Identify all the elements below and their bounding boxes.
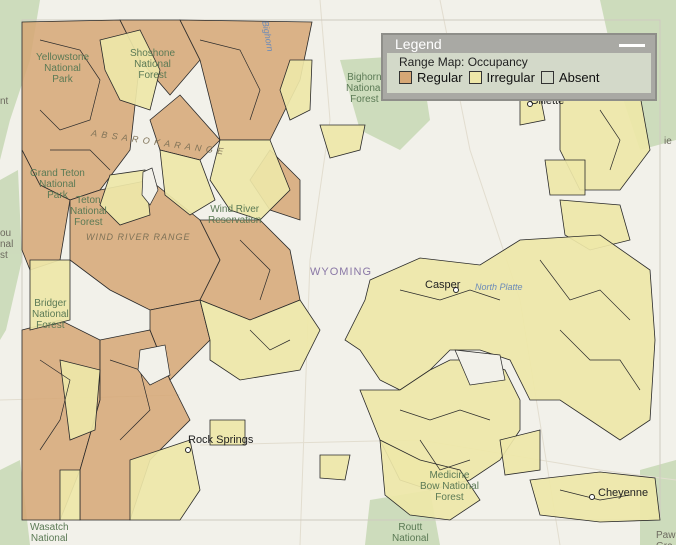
yellowstone-label: Yellowstone National Park bbox=[36, 52, 90, 85]
absent-swatch bbox=[540, 71, 554, 84]
rock-springs-marker bbox=[185, 447, 191, 453]
edge-label-right-bottom: Paw Gra bbox=[656, 530, 676, 545]
wind-river-reservation-label: Wind River Reservation bbox=[208, 204, 262, 226]
legend-subtitle: Range Map: Occupancy bbox=[399, 55, 528, 69]
cheyenne-marker bbox=[589, 494, 595, 500]
irregular-swatch bbox=[468, 71, 482, 84]
minimize-icon[interactable] bbox=[619, 43, 645, 47]
edge-label-left-mid: ou nal st bbox=[0, 228, 14, 261]
teton-forest-label: Teton National Forest bbox=[70, 195, 107, 228]
range-map[interactable]: Yellowstone National Park Shoshone Natio… bbox=[0, 0, 676, 545]
medicine-bow-label: Medicine Bow National Forest bbox=[420, 470, 479, 503]
north-platte-label: North Platte bbox=[475, 282, 523, 292]
irregular-label: Irregular bbox=[486, 70, 535, 85]
legend-title: Legend bbox=[395, 36, 442, 52]
wasatch-label: Wasatch National Forest bbox=[30, 522, 69, 545]
cheyenne-label: Cheyenne bbox=[598, 487, 649, 499]
regular-swatch bbox=[399, 71, 412, 84]
state-label: WYOMING bbox=[310, 266, 372, 278]
rock-springs-label: Rock Springs bbox=[188, 434, 254, 446]
edge-label-left-top: nt bbox=[0, 96, 9, 107]
casper-label: Casper bbox=[425, 279, 461, 291]
routt-label: Routt National Forest bbox=[392, 522, 429, 545]
legend-panel[interactable]: Legend Range Map: Occupancy Regular Irre… bbox=[381, 33, 657, 101]
legend-body: Range Map: Occupancy Regular Irregular A… bbox=[387, 53, 651, 93]
edge-label-right-top: ie bbox=[664, 136, 672, 147]
wind-river-range-label: WIND RIVER RANGE bbox=[86, 232, 191, 242]
legend-header[interactable]: Legend bbox=[383, 35, 655, 53]
absent-label: Absent bbox=[558, 70, 600, 85]
bridger-forest-label: Bridger National Forest bbox=[32, 298, 69, 331]
bighorn-forest-label: Bighorn National Forest bbox=[346, 72, 383, 105]
regular-label: Regular bbox=[417, 70, 463, 85]
legend-items: Regular Irregular Absent bbox=[399, 70, 651, 85]
shoshone-label: Shoshone National Forest bbox=[130, 48, 176, 81]
